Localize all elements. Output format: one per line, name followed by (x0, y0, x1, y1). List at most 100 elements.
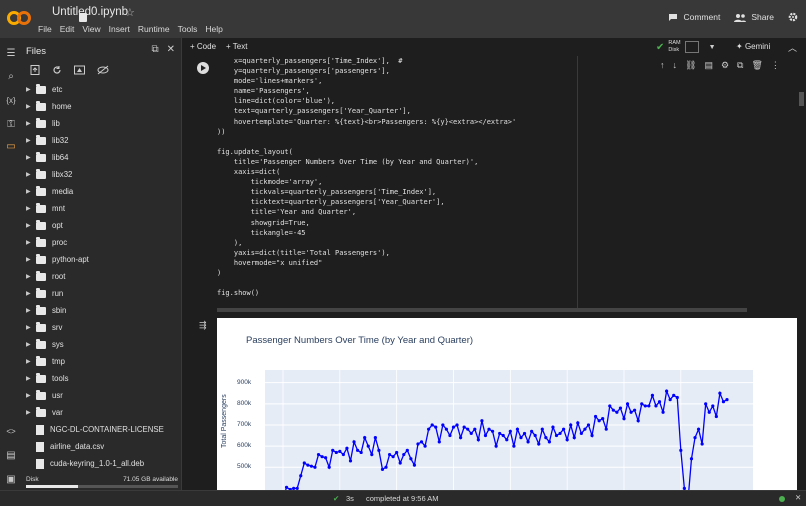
expand-caret-icon[interactable]: ▶ (26, 171, 36, 178)
folder-row[interactable]: ▶ lib32 (22, 132, 182, 149)
data-point[interactable] (324, 456, 328, 460)
data-point[interactable] (643, 404, 647, 408)
data-point[interactable] (416, 442, 420, 446)
data-point[interactable] (540, 427, 544, 431)
variables-icon[interactable]: {x} (4, 93, 18, 107)
expand-caret-icon[interactable]: ▶ (26, 358, 36, 365)
link-icon[interactable]: ⛓ (685, 60, 696, 71)
move-down-icon[interactable]: ↓ (673, 60, 678, 71)
data-point[interactable] (554, 433, 559, 438)
data-point[interactable] (302, 461, 306, 465)
refresh-icon[interactable] (52, 65, 62, 75)
data-point[interactable] (355, 448, 360, 452)
vertical-scrollbar[interactable] (799, 92, 804, 106)
data-point[interactable] (363, 436, 367, 440)
data-point[interactable] (320, 455, 324, 459)
data-point[interactable] (586, 423, 591, 427)
data-point[interactable] (402, 452, 406, 457)
data-point[interactable] (597, 419, 601, 423)
table-of-contents-icon[interactable]: ☰ (4, 46, 18, 60)
data-point[interactable] (352, 440, 356, 444)
expand-caret-icon[interactable]: ▶ (26, 341, 36, 348)
data-point[interactable] (672, 393, 676, 397)
data-point[interactable] (558, 431, 562, 436)
data-point[interactable] (718, 391, 722, 395)
data-point[interactable] (693, 436, 697, 440)
data-point[interactable] (490, 429, 495, 433)
data-point[interactable] (377, 448, 381, 452)
data-point[interactable] (387, 452, 392, 457)
file-row[interactable]: NGC-DL-CONTAINER-LICENSE (22, 421, 182, 438)
settings-gear-icon[interactable] (788, 12, 798, 22)
secrets-key-icon[interactable]: ⚿ (4, 117, 18, 131)
folder-row[interactable]: ▶ home (22, 98, 182, 115)
mount-drive-icon[interactable] (74, 65, 85, 75)
expand-caret-icon[interactable]: ▶ (26, 239, 36, 246)
data-point[interactable] (459, 436, 463, 440)
expand-caret-icon[interactable]: ▶ (26, 137, 36, 144)
data-point[interactable] (508, 429, 512, 433)
cell-settings-icon[interactable]: ⚙ (721, 60, 729, 71)
data-point[interactable] (696, 427, 701, 431)
file-row[interactable]: airline_data.csv (22, 438, 182, 455)
data-point[interactable] (331, 448, 335, 452)
gemini-button[interactable]: ✦ Gemini (736, 42, 770, 51)
data-point[interactable] (654, 404, 658, 408)
close-panel-icon[interactable]: ✕ (167, 44, 175, 55)
data-point[interactable] (430, 423, 434, 427)
expand-caret-icon[interactable]: ▶ (26, 256, 36, 263)
data-point[interactable] (434, 425, 438, 429)
data-point[interactable] (448, 433, 452, 438)
data-point[interactable] (494, 444, 498, 448)
expand-caret-icon[interactable]: ▶ (26, 375, 36, 382)
data-point[interactable] (622, 417, 626, 421)
menu-file[interactable]: File (38, 24, 52, 34)
folder-row[interactable]: ▶ run (22, 285, 182, 302)
hide-files-icon[interactable] (97, 65, 109, 75)
file-row[interactable]: cuda-keyring_1.0-1_all.deb (22, 455, 182, 472)
folder-row[interactable]: ▶ lib (22, 115, 182, 132)
expand-caret-icon[interactable]: ▶ (26, 154, 36, 161)
star-icon[interactable]: ☆ (125, 6, 135, 19)
add-code-button[interactable]: + Code (190, 42, 216, 51)
data-point[interactable] (611, 408, 615, 412)
data-point[interactable] (704, 402, 708, 406)
expand-caret-icon[interactable]: ▶ (26, 392, 36, 399)
data-point[interactable] (679, 448, 683, 452)
expand-caret-icon[interactable]: ▶ (26, 307, 36, 314)
data-point[interactable] (625, 402, 630, 406)
data-point[interactable] (647, 404, 651, 408)
folder-row[interactable]: ▶ srv (22, 319, 182, 336)
data-point[interactable] (700, 442, 704, 446)
data-point[interactable] (345, 446, 349, 450)
expand-caret-icon[interactable]: ▶ (26, 205, 36, 212)
folder-row[interactable]: ▶ sys (22, 336, 182, 353)
data-point[interactable] (391, 455, 395, 459)
data-point[interactable] (533, 433, 537, 438)
data-point[interactable] (441, 423, 445, 427)
data-point[interactable] (437, 440, 441, 444)
delete-icon[interactable]: 🗑 (751, 60, 762, 71)
data-point[interactable] (419, 440, 424, 444)
expand-caret-icon[interactable]: ▶ (26, 86, 36, 93)
folder-row[interactable]: ▶ media (22, 183, 182, 200)
data-point[interactable] (675, 395, 679, 400)
folder-row[interactable]: ▶ sbin (22, 302, 182, 319)
collapse-header-icon[interactable]: ︿ (788, 41, 797, 54)
data-point[interactable] (576, 421, 580, 425)
data-point[interactable] (341, 452, 345, 457)
expand-caret-icon[interactable]: ▶ (26, 188, 36, 195)
expand-caret-icon[interactable]: ▶ (26, 103, 36, 110)
data-point[interactable] (398, 461, 402, 465)
data-point[interactable] (583, 427, 587, 431)
data-point[interactable] (316, 452, 321, 457)
menu-edit[interactable]: Edit (60, 24, 75, 34)
folder-row[interactable]: ▶ var (22, 404, 182, 421)
data-point[interactable] (565, 438, 569, 442)
notebook-title-text[interactable]: Untitled0.ipynb (52, 6, 128, 18)
search-icon[interactable]: ⌕ (4, 69, 18, 83)
data-point[interactable] (309, 464, 314, 468)
data-point[interactable] (569, 423, 573, 427)
data-point[interactable] (306, 463, 310, 467)
data-point[interactable] (373, 436, 377, 440)
